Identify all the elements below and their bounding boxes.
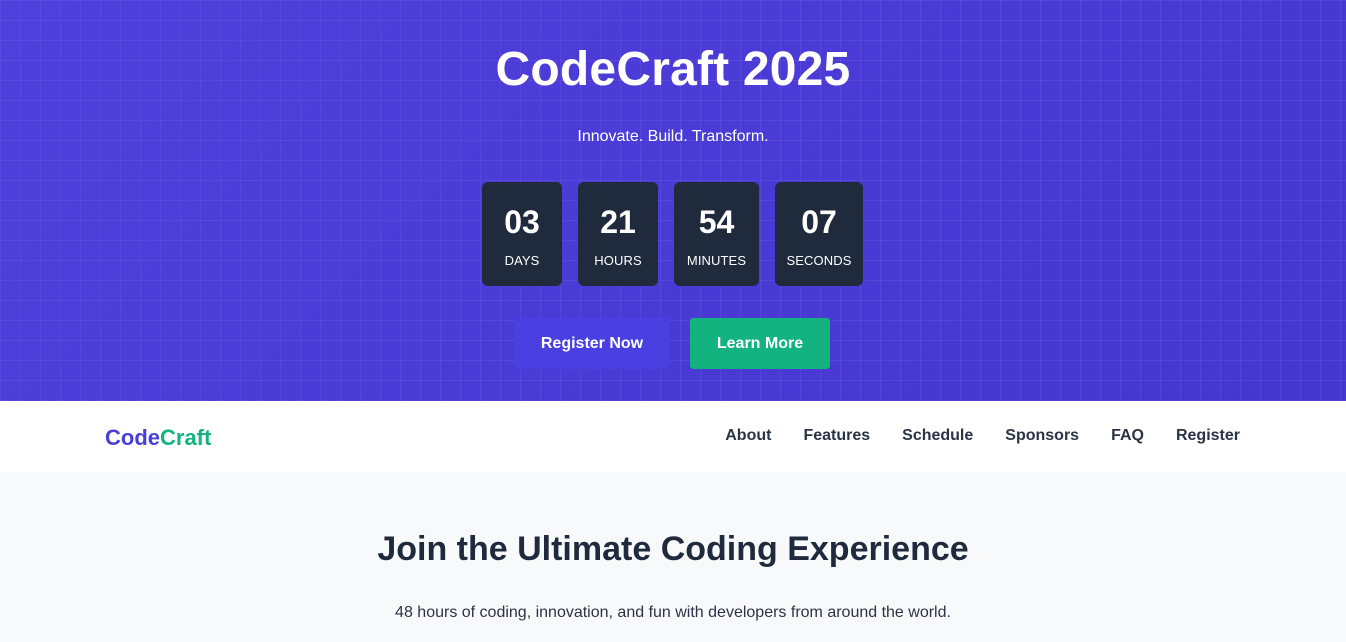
nav-link-features[interactable]: Features [803, 427, 870, 445]
countdown-days-value: 03 [504, 204, 540, 240]
nav-link-register[interactable]: Register [1176, 427, 1240, 445]
main-navbar: CodeCraft About Features Schedule Sponso… [0, 401, 1346, 472]
countdown-hours-label: HOURS [594, 253, 642, 268]
nav-link-schedule[interactable]: Schedule [902, 427, 973, 445]
countdown-hours: 21 HOURS [578, 182, 658, 286]
hero-tagline: Innovate. Build. Transform. [577, 128, 769, 145]
intro-description: 48 hours of coding, innovation, and fun … [395, 604, 951, 621]
countdown-seconds-value: 07 [801, 204, 837, 240]
countdown-minutes: 54 MINUTES [674, 182, 759, 286]
countdown-days: 03 DAYS [482, 182, 562, 286]
hero-section: CodeCraft 2025 Innovate. Build. Transfor… [0, 0, 1346, 401]
logo-text-code: Code [105, 425, 160, 450]
countdown-minutes-value: 54 [698, 204, 735, 240]
site-logo[interactable]: CodeCraft [105, 425, 211, 451]
intro-section: Join the Ultimate Coding Experience 48 h… [0, 472, 1346, 642]
countdown-timer: 03 DAYS 21 HOURS 54 MINUTES 07 SECONDS [0, 182, 1346, 286]
intro-title: Join the Ultimate Coding Experience [377, 530, 969, 568]
countdown-seconds: 07 SECONDS [775, 182, 863, 286]
countdown-minutes-label: MINUTES [686, 253, 747, 268]
nav-link-about[interactable]: About [725, 427, 771, 445]
countdown-days-label: DAYS [504, 253, 540, 268]
nav-link-sponsors[interactable]: Sponsors [1005, 427, 1079, 445]
register-now-button[interactable]: Register Now [515, 318, 669, 369]
nav-links: About Features Schedule Sponsors FAQ Reg… [725, 427, 1240, 445]
learn-more-button[interactable]: Learn More [690, 318, 830, 369]
countdown-hours-value: 21 [600, 204, 636, 240]
hero-title: CodeCraft 2025 [495, 43, 851, 96]
nav-link-faq[interactable]: FAQ [1111, 427, 1144, 445]
logo-text-craft: Craft [160, 425, 212, 450]
countdown-seconds-label: SECONDS [786, 253, 852, 268]
